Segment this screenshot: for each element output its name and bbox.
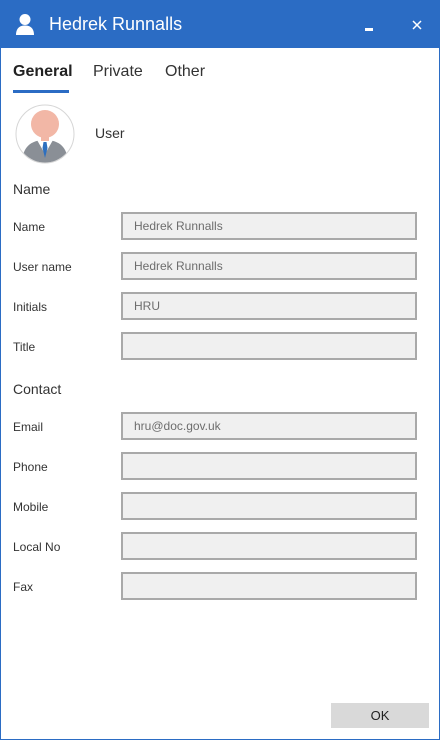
phone-label: Phone — [13, 460, 48, 474]
local-no-label: Local No — [13, 540, 61, 554]
ok-button[interactable]: OK — [331, 703, 429, 728]
initials-field[interactable] — [121, 292, 417, 320]
user-type-label: User — [95, 125, 125, 141]
section-heading-contact: Contact — [13, 381, 62, 397]
name-label: Name — [13, 220, 46, 234]
name-field[interactable] — [121, 212, 417, 240]
phone-field[interactable] — [121, 452, 417, 480]
tab-other[interactable]: Other — [165, 63, 205, 81]
tab-private[interactable]: Private — [93, 63, 143, 81]
window-title: Hedrek Runnalls — [49, 14, 183, 34]
section-heading-name: Name — [13, 181, 51, 197]
initials-label: Initials — [13, 300, 48, 314]
user-name-label: User name — [13, 260, 72, 274]
email-field[interactable] — [121, 412, 417, 440]
title-field[interactable] — [121, 332, 417, 360]
user-properties-window: Hedrek Runnalls General Private Other Us… — [0, 0, 440, 740]
email-label: Email — [13, 420, 44, 434]
minimize-icon — [365, 27, 373, 31]
user-icon — [15, 13, 35, 35]
tab-general[interactable]: General — [13, 63, 73, 81]
title-label: Title — [13, 340, 36, 354]
active-tab-indicator — [13, 90, 69, 93]
mobile-label: Mobile — [13, 500, 49, 514]
close-button[interactable] — [403, 13, 431, 37]
minimize-button[interactable] — [355, 13, 383, 37]
fax-field[interactable] — [121, 572, 417, 600]
title-bar[interactable]: Hedrek Runnalls — [1, 1, 439, 48]
user-name-field[interactable] — [121, 252, 417, 280]
local-no-field[interactable] — [121, 532, 417, 560]
user-avatar-icon — [14, 104, 76, 164]
fax-label: Fax — [13, 580, 34, 594]
close-icon — [412, 20, 422, 30]
mobile-field[interactable] — [121, 492, 417, 520]
